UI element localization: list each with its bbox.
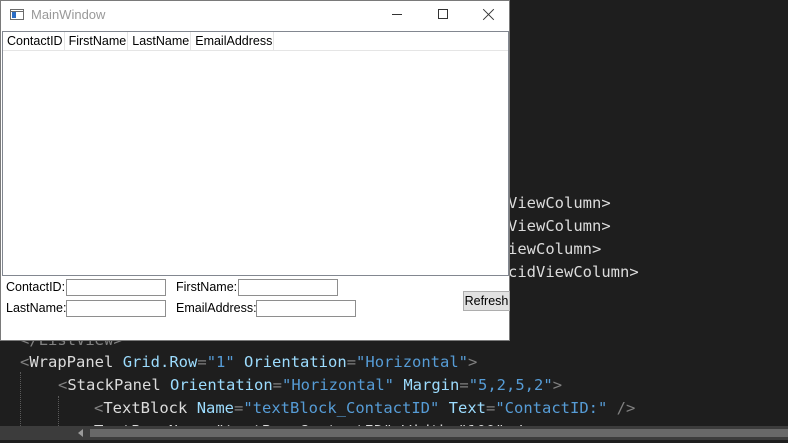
emailaddress-label: EmailAddress: xyxy=(176,301,257,315)
indent-guide xyxy=(58,396,59,426)
code-line-fragment: ViewColumn> xyxy=(508,194,611,212)
window-content: ContactID FirstName LastName EmailAddres… xyxy=(1,29,509,340)
form-row-1: ContactID: FirstName: xyxy=(1,279,509,298)
scroll-left-icon[interactable] xyxy=(78,429,83,437)
emailaddress-field[interactable] xyxy=(256,300,356,317)
horizontal-scrollbar[interactable] xyxy=(0,426,788,440)
maximize-button[interactable] xyxy=(420,1,466,29)
lastname-field[interactable] xyxy=(66,300,166,317)
minimize-icon xyxy=(392,14,402,15)
code-line-textblock: <TextBlock Name="textBlock_ContactID" Te… xyxy=(94,399,636,417)
form-row-2: LastName: EmailAddress: xyxy=(1,300,509,319)
firstname-field[interactable] xyxy=(238,279,338,296)
listview-header: ContactID FirstName LastName EmailAddres… xyxy=(3,32,508,51)
code-line-wrappanel: <WrapPanel Grid.Row="1" Orientation="Hor… xyxy=(20,353,478,371)
contactid-field[interactable] xyxy=(66,279,166,296)
maximize-icon xyxy=(438,9,448,19)
minimize-button[interactable] xyxy=(374,1,420,29)
code-line-stackpanel: <StackPanel Orientation="Horizontal" Mar… xyxy=(58,376,563,394)
code-line-fragment: iewColumn> xyxy=(508,240,602,258)
column-header-contactid[interactable]: ContactID xyxy=(3,32,65,50)
indent-guide xyxy=(20,372,21,426)
column-header-lastname[interactable]: LastName xyxy=(128,32,192,50)
contacts-listview[interactable]: ContactID FirstName LastName EmailAddres… xyxy=(2,31,509,276)
column-header-firstname[interactable]: FirstName xyxy=(65,32,129,50)
window-title: MainWindow xyxy=(31,7,106,22)
close-icon xyxy=(482,8,495,21)
refresh-button[interactable]: Refresh xyxy=(463,291,510,311)
title-bar[interactable]: MainWindow xyxy=(1,1,509,29)
scrollbar-thumb[interactable] xyxy=(90,429,788,437)
contactid-label: ContactID: xyxy=(6,280,66,294)
app-window-icon xyxy=(10,9,24,20)
main-window: MainWindow ContactID FirstName LastName … xyxy=(0,0,510,341)
column-header-emailaddress[interactable]: EmailAddress xyxy=(191,32,275,50)
lastname-label: LastName: xyxy=(6,301,67,315)
code-line-fragment: cidViewColumn> xyxy=(508,263,639,281)
close-button[interactable] xyxy=(465,1,511,29)
code-line-fragment: ViewColumn> xyxy=(508,217,611,235)
firstname-label: FirstName: xyxy=(176,280,238,294)
